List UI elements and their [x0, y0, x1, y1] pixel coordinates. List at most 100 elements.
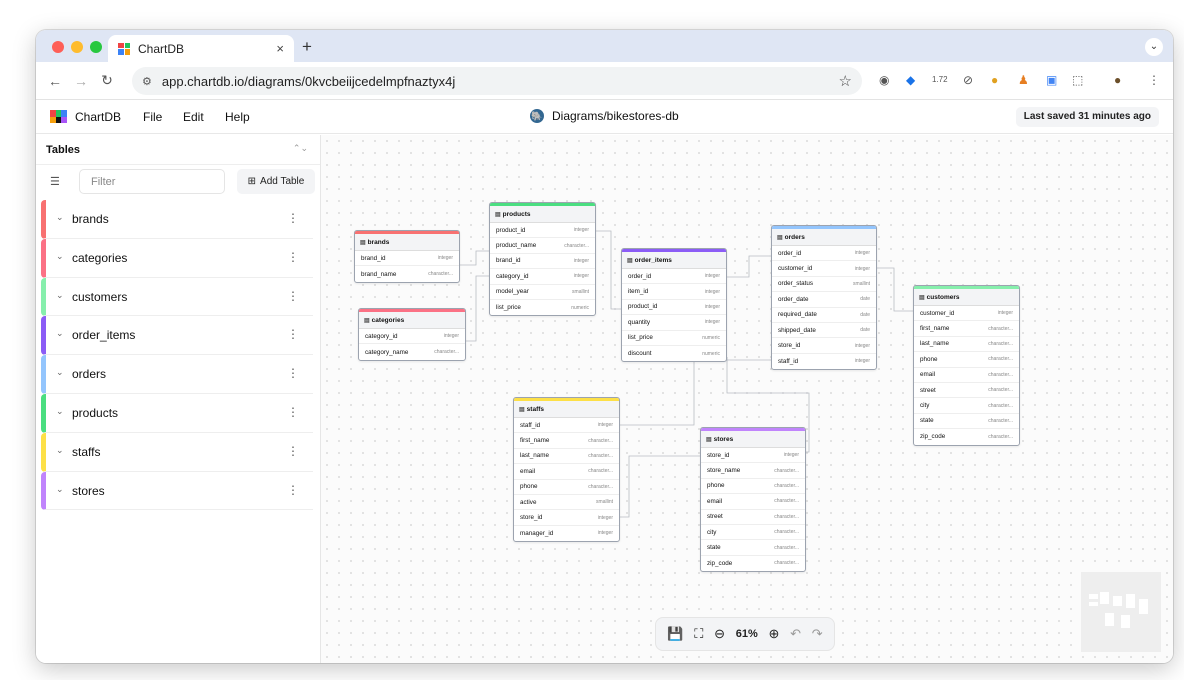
chevron-down-icon[interactable]: ⌄: [56, 290, 64, 301]
maximize-window-button[interactable]: [90, 41, 102, 53]
site-info-icon[interactable]: ⚙: [142, 75, 152, 88]
more-options-icon[interactable]: ⋮: [287, 211, 299, 225]
minimap[interactable]: [1081, 572, 1161, 652]
extension-badge-icon[interactable]: ◆: [906, 73, 915, 87]
table-field[interactable]: brand_id integer: [355, 251, 459, 267]
table-field[interactable]: last_name character...: [914, 337, 1019, 353]
sidebar-item-staffs[interactable]: ⌄ staffs ⋮: [41, 432, 313, 472]
table-field[interactable]: email character...: [914, 368, 1019, 383]
table-field[interactable]: city character...: [914, 398, 1019, 414]
table-field[interactable]: first_name character...: [914, 321, 1019, 337]
table-field[interactable]: model_year smallint: [490, 285, 595, 300]
table-field[interactable]: order_id integer: [622, 269, 726, 285]
table-field[interactable]: staff_id integer: [514, 418, 619, 434]
sidebar-item-customers[interactable]: ⌄ customers ⋮: [41, 277, 313, 317]
sidebar-item-products[interactable]: ⌄ products ⋮: [41, 393, 313, 433]
table-field[interactable]: category_id integer: [490, 269, 595, 285]
table-field[interactable]: email character...: [514, 464, 619, 480]
more-options-icon[interactable]: ⋮: [287, 289, 299, 303]
table-field[interactable]: phone character...: [514, 480, 619, 495]
close-window-button[interactable]: [52, 41, 64, 53]
extension-icon[interactable]: ♟: [1018, 73, 1029, 87]
table-field[interactable]: order_id integer: [772, 246, 876, 262]
back-icon[interactable]: ←: [42, 73, 68, 89]
chevron-down-icon[interactable]: ⌄: [56, 251, 64, 262]
collapse-list-icon[interactable]: ☰: [50, 175, 60, 188]
redo-icon[interactable]: ↷: [812, 626, 823, 642]
eye-off-icon[interactable]: ⊘: [963, 73, 973, 87]
table-field[interactable]: store_id integer: [514, 510, 619, 526]
puzzle-icon[interactable]: ⬚: [1072, 73, 1083, 87]
sidebar-item-order-items[interactable]: ⌄ order_items ⋮: [41, 316, 313, 356]
forward-icon[interactable]: →: [68, 73, 94, 89]
camera-icon[interactable]: ◉: [879, 73, 889, 87]
table-field[interactable]: store_id integer: [772, 338, 876, 354]
reload-icon[interactable]: ↻: [94, 72, 120, 89]
cookie-icon[interactable]: ●: [991, 73, 998, 87]
table-field[interactable]: order_date date: [772, 292, 876, 308]
save-icon[interactable]: 💾: [667, 626, 683, 642]
chevron-down-icon[interactable]: ⌄: [56, 367, 64, 378]
table-field[interactable]: email character...: [701, 494, 805, 510]
table-header[interactable]: ▤ categories: [359, 312, 465, 329]
more-options-icon[interactable]: ⋮: [287, 444, 299, 458]
table-header[interactable]: ▤ orders: [772, 229, 876, 246]
table-field[interactable]: shipped_date date: [772, 323, 876, 339]
table-field[interactable]: brand_id integer: [490, 254, 595, 270]
table-field[interactable]: zip_code character...: [701, 556, 805, 571]
undo-icon[interactable]: ↶: [790, 626, 801, 642]
table-field[interactable]: category_name character...: [359, 344, 465, 359]
table-field[interactable]: order_status smallint: [772, 277, 876, 293]
table-field[interactable]: list_price numeric: [622, 331, 726, 346]
sidebar-item-stores[interactable]: ⌄ stores ⋮: [41, 471, 313, 511]
table-header[interactable]: ▤ stores: [701, 431, 805, 448]
filter-input[interactable]: [79, 169, 225, 194]
table-field[interactable]: zip_code character...: [914, 429, 1019, 444]
chevron-down-icon[interactable]: ⌄: [56, 406, 64, 417]
table-node-products[interactable]: ▤ products product_id integer product_name ch…: [489, 202, 596, 317]
table-node-orders[interactable]: ▤ orders order_id integer customer_id integer…: [771, 225, 877, 371]
table-field[interactable]: customer_id integer: [914, 306, 1019, 322]
zoom-out-icon[interactable]: ⊖: [714, 626, 725, 642]
table-field[interactable]: state character...: [914, 414, 1019, 430]
fit-view-icon[interactable]: ⛶: [694, 626, 703, 642]
bookmark-star-icon[interactable]: ☆: [839, 72, 852, 90]
table-field[interactable]: list_price numeric: [490, 300, 595, 315]
table-node-brands[interactable]: ▤ brands brand_id integer brand_name characte…: [354, 230, 460, 283]
table-field[interactable]: city character...: [701, 525, 805, 541]
table-field[interactable]: phone character...: [701, 479, 805, 495]
table-field[interactable]: brand_name character...: [355, 266, 459, 281]
table-field[interactable]: state character...: [701, 540, 805, 556]
address-bar[interactable]: ⚙ app.chartdb.io/diagrams/0kvcbeiijcedel…: [132, 67, 862, 95]
table-field[interactable]: item_id integer: [622, 284, 726, 300]
table-node-order-items[interactable]: ▤ order_items order_id integer item_id intege…: [621, 248, 727, 363]
table-field[interactable]: staff_id integer: [772, 354, 876, 369]
table-field[interactable]: street character...: [914, 383, 1019, 399]
table-field[interactable]: quantity integer: [622, 315, 726, 331]
table-field[interactable]: category_id integer: [359, 329, 465, 345]
chevron-down-icon[interactable]: ⌄: [56, 328, 64, 339]
chevron-down-icon[interactable]: ⌄: [56, 212, 64, 223]
table-field[interactable]: last_name character...: [514, 449, 619, 465]
table-node-staffs[interactable]: ▤ staffs staff_id integer first_name characte…: [513, 397, 620, 543]
browser-tab[interactable]: ChartDB ×: [108, 35, 294, 62]
diagram-title[interactable]: 🐘 Diagrams/bikestores-db: [530, 109, 679, 123]
diagram-canvas[interactable]: ▤ brands brand_id integer brand_name characte…: [321, 135, 1173, 663]
sidebar-item-brands[interactable]: ⌄ brands ⋮: [41, 200, 313, 239]
table-field[interactable]: store_name character...: [701, 463, 805, 479]
sidebar-item-categories[interactable]: ⌄ categories ⋮: [41, 238, 313, 278]
chevron-updown-icon[interactable]: ⌃⌄: [293, 143, 308, 154]
table-field[interactable]: active smallint: [514, 495, 619, 511]
table-field[interactable]: phone character...: [914, 352, 1019, 368]
more-options-icon[interactable]: ⋮: [287, 405, 299, 419]
sidebar-item-orders[interactable]: ⌄ orders ⋮: [41, 355, 313, 394]
more-options-icon[interactable]: ⋮: [287, 250, 299, 264]
table-header[interactable]: ▤ staffs: [514, 401, 619, 418]
menu-file[interactable]: File: [143, 110, 162, 124]
table-field[interactable]: first_name character...: [514, 433, 619, 449]
table-node-categories[interactable]: ▤ categories category_id integer category_na…: [358, 308, 466, 361]
translate-icon[interactable]: ▣: [1046, 73, 1057, 87]
more-options-icon[interactable]: ⋮: [287, 366, 299, 380]
table-field[interactable]: customer_id integer: [772, 261, 876, 277]
tab-search-icon[interactable]: ⌄: [1145, 38, 1163, 56]
